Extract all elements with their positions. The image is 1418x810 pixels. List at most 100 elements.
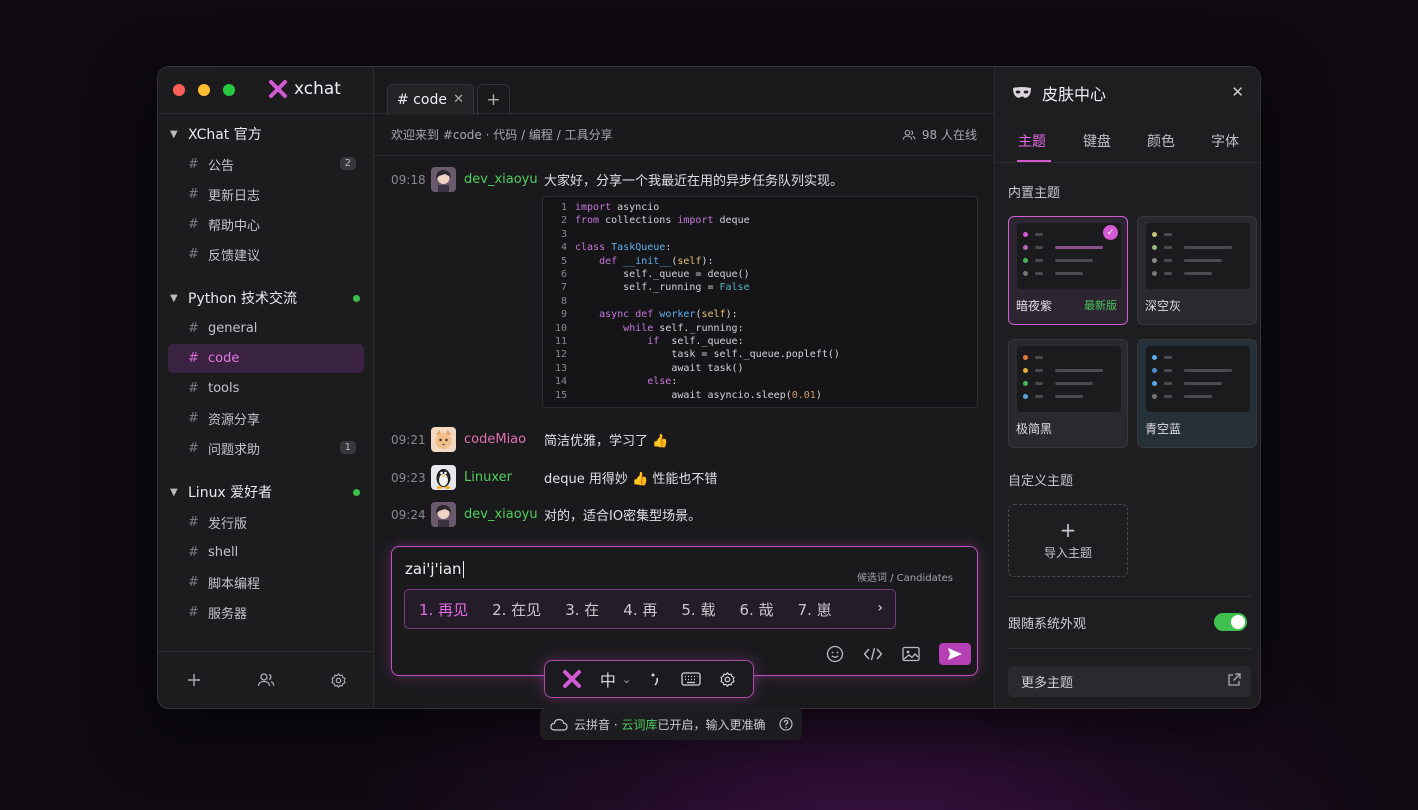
xchat-logo-icon[interactable] <box>562 669 582 689</box>
close-window-button[interactable] <box>173 84 185 96</box>
ime-candidate[interactable]: 5. 载 <box>681 599 715 620</box>
ime-candidate[interactable]: 3. 在 <box>565 599 599 620</box>
tab-font[interactable]: 字体 <box>1211 131 1239 151</box>
group-header[interactable]: ▼ Linux 爱好者 <box>158 477 374 507</box>
tab-theme[interactable]: 主题 <box>1018 131 1046 151</box>
channel-label: 更新日志 <box>208 189 261 204</box>
more-themes-button[interactable]: 更多主题 <box>1008 666 1251 697</box>
close-icon[interactable]: ✕ <box>1231 83 1244 101</box>
composer-toolbar <box>825 643 971 665</box>
channel-item[interactable]: # 发行版 <box>168 508 364 537</box>
avatar[interactable] <box>431 167 456 192</box>
tab-label: # code <box>397 92 447 108</box>
ime-candidate[interactable]: 2. 在见 <box>492 599 541 620</box>
tab-keyboard[interactable]: 键盘 <box>1083 131 1111 151</box>
line-number: 9 <box>560 309 567 321</box>
send-button[interactable] <box>939 643 971 665</box>
message-username[interactable]: dev_xiaoyu <box>464 172 544 187</box>
channel-label: general <box>208 321 258 336</box>
gear-icon[interactable] <box>719 671 736 688</box>
channel-item[interactable]: # 问题求助 1 <box>168 434 364 463</box>
channel-label: 脚本编程 <box>208 577 261 592</box>
channel-item[interactable]: # 更新日志 <box>168 180 364 209</box>
cloud-dictionary-link[interactable]: 云词库 <box>621 718 657 732</box>
message-username[interactable]: dev_xiaoyu <box>464 507 544 522</box>
theme-card[interactable]: 深空灰 <box>1137 216 1257 325</box>
channel-item[interactable]: # 脚本编程 <box>168 568 364 597</box>
follow-system-toggle[interactable] <box>1214 613 1247 631</box>
theme-card-selected[interactable]: ✓ 暗夜紫 最新版 <box>1008 216 1128 325</box>
title-bar: xchat <box>158 67 373 114</box>
avatar[interactable] <box>431 427 456 452</box>
ime-candidate[interactable]: 4. 再 <box>623 599 657 620</box>
message-text: 对的，适合IO密集型场景。 <box>544 509 702 524</box>
channel-topic-bar: 欢迎来到 #code · 代码 / 编程 / 工具分享 98 人在线 <box>374 114 994 156</box>
channel-item[interactable]: # general <box>168 314 364 343</box>
theme-card[interactable]: 青空蓝 <box>1137 339 1257 448</box>
group-header[interactable]: ▼ XChat 官方 <box>158 119 374 149</box>
message-time: 09:21 <box>391 432 426 447</box>
minimize-window-button[interactable] <box>198 84 210 96</box>
app-title: xchat <box>294 79 341 99</box>
message-username[interactable]: codeMiao <box>464 432 544 447</box>
channel-item-active[interactable]: # code <box>168 344 364 373</box>
channel-item[interactable]: # shell <box>168 538 364 567</box>
channel-item[interactable]: # 公告 2 <box>168 150 364 179</box>
channel-label: tools <box>208 381 240 396</box>
theme-preview <box>1017 346 1121 412</box>
tab-code[interactable]: # code ✕ <box>387 84 474 115</box>
avatar[interactable] <box>431 502 456 527</box>
theme-preview <box>1146 223 1250 289</box>
chat-main: # code ✕ + 欢迎来到 #code · 代码 / 编程 / 工具分享 98… <box>374 67 994 708</box>
code-icon[interactable] <box>863 644 883 664</box>
import-theme-button[interactable]: + 导入主题 <box>1008 504 1128 577</box>
unread-badge: 2 <box>339 157 356 170</box>
active-tab-indicator <box>1017 160 1051 162</box>
chevron-right-icon[interactable]: › <box>877 600 883 616</box>
add-icon[interactable] <box>184 670 204 690</box>
maximize-window-button[interactable] <box>223 84 235 96</box>
composer-input[interactable]: zai'j'ian <box>405 560 464 578</box>
avatar[interactable] <box>431 465 456 490</box>
channel-label: 问题求助 <box>208 443 261 458</box>
channel-label: code <box>208 351 240 366</box>
contacts-icon[interactable] <box>256 670 276 690</box>
message-username[interactable]: Linuxer <box>464 470 544 485</box>
channel-item[interactable]: # 资源分享 <box>168 404 364 433</box>
ime-candidate[interactable]: 6. 哉 <box>739 599 773 620</box>
hash-icon: # <box>188 411 199 426</box>
emoji-icon[interactable] <box>825 644 845 664</box>
channel-item[interactable]: # 服务器 <box>168 598 364 627</box>
line-number: 10 <box>554 322 567 334</box>
ime-candidate[interactable]: 1. 再见 <box>419 599 468 620</box>
composer-text: zai'j'ian <box>405 560 462 578</box>
message-composer[interactable]: zai'j'ian 候选词 / Candidates 1. 再见 2. 在见 3… <box>391 546 978 676</box>
message: 09:24 dev_xiaoyu 对的，适合IO密集型场景。 <box>391 502 701 527</box>
close-icon[interactable]: ✕ <box>453 92 464 107</box>
image-icon[interactable] <box>901 644 921 664</box>
channel-item[interactable]: # 反馈建议 <box>168 240 364 269</box>
theme-name: 暗夜紫 <box>1016 299 1053 313</box>
message-text: 大家好，分享一个我最近在用的异步任务队列实现。 <box>544 174 844 189</box>
panel-title: 皮肤中心 <box>1042 85 1107 104</box>
sidebar-footer <box>158 651 374 708</box>
gear-icon[interactable] <box>328 670 348 690</box>
ime-mode-toggle[interactable]: 中 ⌄ <box>600 667 631 691</box>
channel-item[interactable]: # tools <box>168 374 364 403</box>
punctuation-icon[interactable] <box>649 671 663 687</box>
tab-color[interactable]: 颜色 <box>1147 131 1175 151</box>
divider <box>1008 596 1251 597</box>
users-icon <box>902 129 916 140</box>
new-tab-button[interactable]: + <box>477 84 510 115</box>
divider <box>1008 648 1251 649</box>
group-header[interactable]: ▼ Python 技术交流 <box>158 283 374 313</box>
theme-card[interactable]: 极简黑 <box>1008 339 1128 448</box>
theme-name: 深空灰 <box>1145 299 1182 313</box>
hash-icon: # <box>188 247 199 262</box>
help-icon[interactable] <box>779 717 794 731</box>
online-count[interactable]: 98 人在线 <box>902 126 977 143</box>
online-dot <box>353 295 360 302</box>
ime-candidate[interactable]: 7. 崽 <box>798 599 832 620</box>
keyboard-icon[interactable] <box>681 672 701 686</box>
channel-item[interactable]: # 帮助中心 <box>168 210 364 239</box>
